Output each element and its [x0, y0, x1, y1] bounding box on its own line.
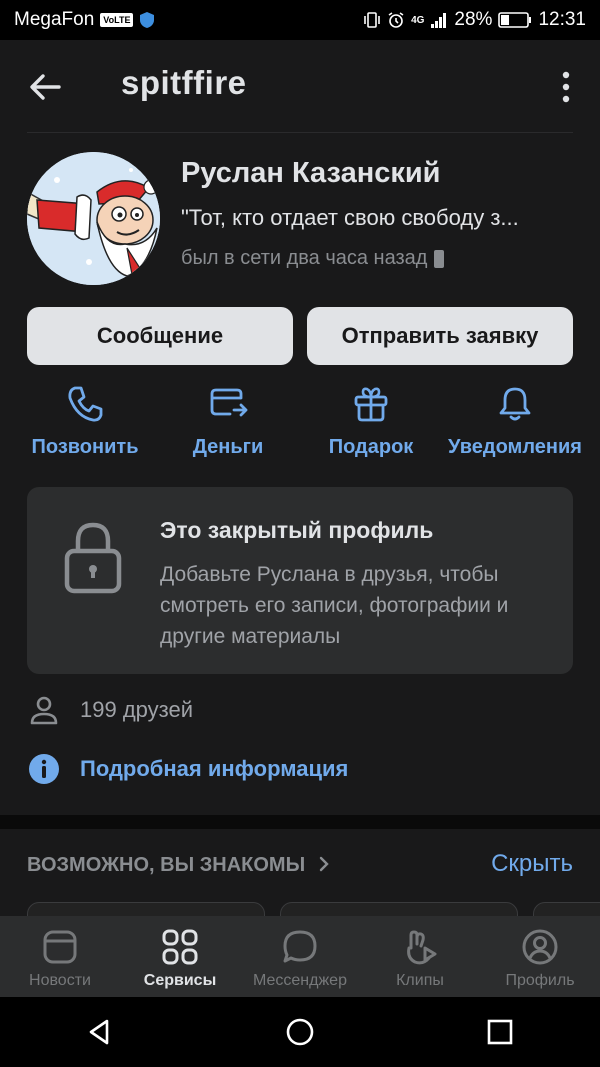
pymk-title[interactable]: ВОЗМОЖНО, ВЫ ЗНАКОМЫ — [27, 854, 331, 877]
section-divider — [0, 815, 600, 829]
app-screen: spitffire Руслан Казанский "Тот, кто отд… — [0, 40, 600, 997]
alarm-icon — [388, 12, 404, 28]
system-nav-bar — [0, 997, 600, 1067]
money-transfer-icon — [210, 388, 248, 417]
details-row[interactable]: Подробная информация — [27, 751, 348, 787]
people-you-may-know-header: ВОЗМОЖНО, ВЫ ЗНАКОМЫ Скрыть — [27, 848, 573, 888]
news-icon — [43, 930, 77, 964]
battery-percent: 28% — [454, 9, 493, 30]
page-title: spitffire — [121, 64, 247, 101]
closed-profile-title: Это закрытый профиль — [160, 517, 434, 543]
tab-news[interactable]: Новости — [0, 916, 120, 997]
clips-icon — [407, 930, 437, 965]
bottom-tab-bar: Новости Сервисы Мессенджер Клипы Профиль — [0, 916, 600, 997]
call-action[interactable]: Позвонить — [10, 384, 160, 459]
gift-action[interactable]: Подарок — [296, 384, 446, 459]
more-vertical-icon — [562, 71, 570, 103]
services-icon — [162, 929, 198, 965]
tab-services[interactable]: Сервисы — [120, 916, 240, 997]
top-bar: spitffire — [27, 40, 573, 133]
tab-messenger[interactable]: Мессенджер — [240, 916, 360, 997]
gift-label: Подарок — [328, 436, 414, 458]
status-bar: MegaFon VoLTE 4G 28% 12:31 — [0, 0, 600, 40]
tab-clips[interactable]: Клипы — [360, 916, 480, 997]
message-button[interactable]: Сообщение — [27, 307, 293, 365]
shield-icon — [140, 12, 155, 28]
home-circle-icon[interactable] — [285, 1017, 315, 1047]
clock: 12:31 — [538, 9, 586, 30]
hide-button[interactable]: Скрыть — [491, 850, 573, 878]
tab-profile[interactable]: Профиль — [480, 916, 600, 997]
gift-icon — [354, 387, 388, 422]
closed-profile-text: Добавьте Руслана в друзья, чтобы смотрет… — [160, 563, 509, 648]
profile-icon — [522, 929, 558, 965]
pymk-title-text: ВОЗМОЖНО, ВЫ ЗНАКОМЫ — [27, 854, 306, 876]
friends-row[interactable]: 199 друзей — [27, 692, 193, 728]
network-type: 4G — [411, 14, 425, 26]
profile-name: Руслан Казанский — [181, 157, 441, 189]
recents-square-icon[interactable] — [485, 1017, 515, 1047]
phone-icon — [68, 386, 103, 422]
details-link: Подробная информация — [80, 756, 349, 781]
notifications-label: Уведомления — [448, 436, 582, 458]
bell-icon — [499, 387, 531, 421]
tab-messenger-label: Мессенджер — [253, 972, 347, 989]
last-seen-text: был в сети два часа назад — [181, 247, 428, 269]
notifications-action[interactable]: Уведомления — [440, 384, 590, 459]
back-button[interactable] — [27, 68, 65, 106]
last-seen: был в сети два часа назад — [181, 247, 445, 270]
tab-profile-label: Профиль — [505, 972, 575, 989]
messenger-icon — [283, 930, 317, 963]
mobile-phone-icon — [434, 249, 445, 268]
chevron-right-icon — [319, 856, 329, 872]
friends-count: 199 друзей — [80, 697, 194, 722]
avatar[interactable] — [27, 152, 160, 285]
money-action[interactable]: Деньги — [153, 384, 303, 459]
avatar-image — [27, 152, 160, 285]
vibrate-icon — [364, 12, 380, 28]
add-friend-button[interactable]: Отправить заявку — [307, 307, 573, 365]
battery-icon — [498, 12, 532, 28]
info-icon — [29, 754, 59, 784]
more-button[interactable] — [559, 70, 573, 104]
signal-icon — [431, 13, 447, 28]
volte-badge: VoLTE — [100, 13, 134, 27]
profile-status[interactable]: "Тот, кто отдает свою свободу з... — [181, 205, 573, 231]
profile-header: Руслан Казанский "Тот, кто отдает свою с… — [27, 152, 573, 292]
call-label: Позвонить — [31, 436, 139, 458]
profile-buttons: Сообщение Отправить заявку — [27, 307, 573, 365]
money-label: Деньги — [192, 436, 264, 458]
closed-profile-card: Это закрытый профиль Добавьте Руслана в … — [27, 487, 573, 674]
action-row: Позвонить Деньги Подарок Уведомления — [0, 384, 600, 474]
tab-news-label: Новости — [29, 972, 91, 989]
user-icon — [30, 696, 58, 725]
carrier-label: MegaFon — [14, 9, 95, 30]
tab-services-label: Сервисы — [143, 972, 217, 989]
back-triangle-icon[interactable] — [85, 1017, 115, 1047]
tab-clips-label: Клипы — [396, 972, 444, 989]
lock-icon — [64, 522, 122, 594]
arrow-left-icon — [30, 74, 61, 100]
